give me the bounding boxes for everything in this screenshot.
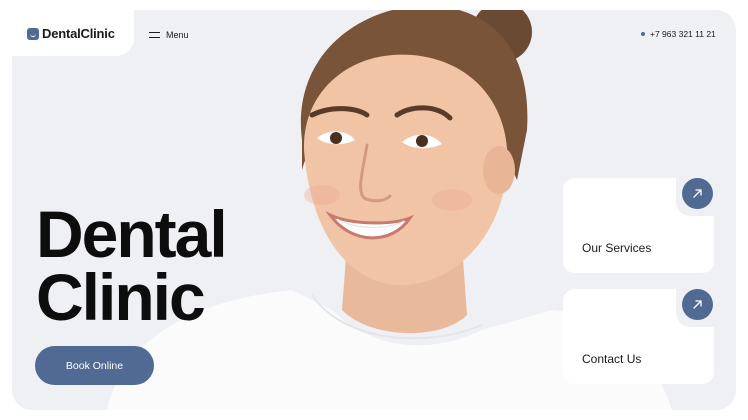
menu-label: Menu [166, 30, 189, 40]
our-services-arrow-button[interactable] [682, 178, 713, 209]
page: DentalClinic Menu +7 963 321 11 21 Denta… [0, 0, 748, 420]
hero-title: Dental Clinic [36, 197, 228, 334]
hero-title-line1: Dental [36, 197, 228, 271]
brand-name: DentalClinic [42, 26, 115, 41]
tooth-logo-icon [27, 27, 39, 40]
arrow-up-right-icon [693, 300, 702, 309]
hamburger-icon [149, 31, 160, 39]
phone-contact[interactable]: +7 963 321 11 21 [641, 29, 716, 39]
brand-logo[interactable]: DentalClinic [27, 26, 115, 41]
menu-button[interactable]: Menu [149, 30, 189, 40]
our-services-label: Our Services [582, 241, 652, 255]
book-online-button[interactable]: Book Online [35, 346, 154, 385]
phone-number: +7 963 321 11 21 [650, 29, 716, 39]
phone-dot-icon [641, 32, 645, 36]
hero-title-line2: Clinic [36, 260, 206, 334]
contact-us-label: Contact Us [582, 352, 642, 366]
contact-us-arrow-button[interactable] [682, 289, 713, 320]
arrow-up-right-icon [693, 189, 702, 198]
